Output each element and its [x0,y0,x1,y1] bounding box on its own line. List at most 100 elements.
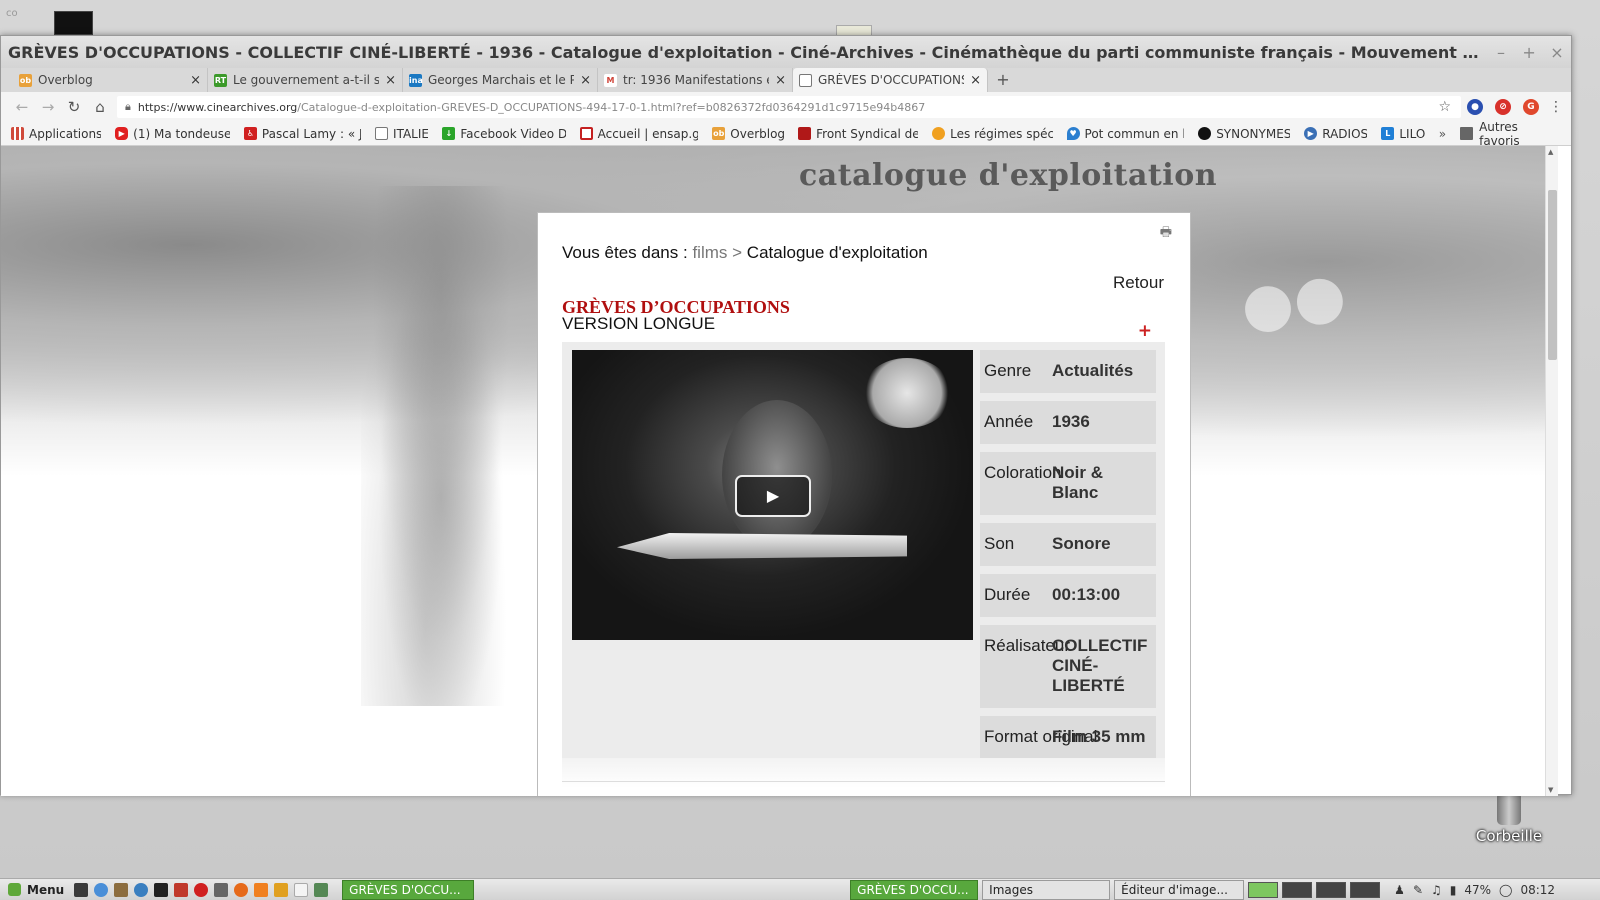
back-button[interactable]: ← [9,98,35,116]
spec-row-realisateur: Réalisateur COLLECTIF CINÉ-LIBERTÉ [980,625,1156,708]
bookmark-applications[interactable]: Applications [11,127,101,141]
back-link[interactable]: Retour [1113,273,1164,293]
film-subtitle: VERSION LONGUE [562,314,716,333]
firefox-icon[interactable] [234,882,249,897]
spec-value: Noir & Blanc [1052,463,1103,502]
workspace-4[interactable] [1350,881,1381,898]
minimize-button[interactable]: – [1487,43,1515,62]
breadcrumb-separator: > [732,243,743,262]
profile-icon[interactable]: G [1523,99,1539,115]
background-smudge [361,186,521,706]
chrome-icon[interactable] [94,882,109,897]
film-details-box: ▶ Genre Actualités Année 1936 Coloration No… [562,342,1165,762]
workspace-3[interactable] [1316,881,1347,898]
forward-button[interactable]: → [35,98,61,116]
youtube-icon: ▶ [115,127,129,140]
bookmark-lilo[interactable]: L LILO [1381,127,1425,141]
browser-menu-button[interactable]: ⋮ [1549,99,1563,115]
rt-icon: RT [214,73,227,87]
clock[interactable]: 08:12 [1520,883,1555,897]
bookmark-star-icon[interactable]: ☆ [1438,99,1451,115]
battery-icon[interactable]: ▮ [1450,883,1457,897]
text-editor-icon[interactable] [174,882,189,897]
tab-marchais[interactable]: ina Georges Marchais et le PS × [403,68,598,92]
address-bar[interactable]: 🔒︎ https://www.cinearchives.org/Catalogu… [117,96,1461,118]
video-player[interactable]: ▶ [572,350,973,640]
web-page: ●● catalogue d'exploitation 🖶 Vous êtes … [1,146,1558,796]
close-window-button[interactable]: × [1543,43,1571,62]
task-greves-1[interactable]: GRÈVES D'OCCU... [342,879,475,900]
home-button[interactable]: ⌂ [87,98,113,116]
new-tab-button[interactable]: + [988,68,1018,92]
apps-grid-icon [11,127,24,140]
desktop-screen-icon[interactable] [54,11,93,35]
bookmark-facebook-video[interactable]: ↓ Facebook Video D [442,127,566,141]
play-button[interactable]: ▶ [735,475,811,517]
workspace-2[interactable] [1282,881,1313,898]
chromium-icon[interactable] [134,882,149,897]
bookmark-label: SYNONYMES [1216,126,1291,141]
bookmark-ensap[interactable]: Accueil | ensap.g [579,127,698,141]
workspace-1[interactable] [1248,881,1279,898]
spec-key: Genre [984,361,1032,380]
tab-greves-active[interactable]: GRÈVES D'OCCUPATIONS- C × [793,68,988,92]
volume-icon[interactable]: ♫ [1431,883,1442,897]
extension-icon[interactable]: ● [1467,99,1483,115]
tab-gouvernement[interactable]: RT Le gouvernement a-t-il sup × [208,68,403,92]
other-bookmarks[interactable]: Autres favoris [1460,120,1561,148]
front-syndical-icon [798,127,812,140]
task-image-editor[interactable]: Éditeur d'image... [1114,879,1245,900]
bookmark-tondeuse[interactable]: ▶ (1) Ma tondeuse [115,127,230,141]
tab-close-icon[interactable]: × [775,73,786,88]
opera-icon[interactable] [194,882,209,897]
trash-shortcut[interactable]: Corbeille [1470,795,1548,845]
page-scrollbar[interactable]: ▲ ▼ [1545,146,1558,796]
bookmark-synonymes[interactable]: SYNONYMES [1198,127,1290,141]
user-icon[interactable]: ♟ [1394,883,1405,897]
bookmark-pascal-lamy[interactable]: ♿ Pascal Lamy : « J [243,127,361,141]
film-specs: Genre Actualités Année 1936 Coloration Noir… [980,342,1156,759]
block-icon[interactable]: ⊘ [1495,99,1511,115]
files-icon[interactable] [114,882,129,897]
tab-label: Georges Marchais et le PS [428,73,575,87]
breadcrumb-link-films[interactable]: films [692,243,727,262]
blank-doc-icon[interactable] [294,882,309,897]
task-greves-2[interactable]: GRÈVES D'OCCU... [850,879,979,900]
notes-icon[interactable] [274,882,289,897]
expand-plus-icon[interactable]: + [1138,321,1152,341]
bookmark-front-syndical[interactable]: Front Syndical de [798,127,918,141]
tab-close-icon[interactable]: × [385,73,396,88]
scroll-down-arrow-icon[interactable]: ▼ [1548,786,1553,794]
usb-icon[interactable] [214,882,229,897]
rss-icon[interactable] [254,882,269,897]
bookmark-pot-commun[interactable]: ♥ Pot commun en l [1066,127,1184,141]
bookmark-overblog[interactable]: ob Overblog [712,127,784,141]
pascal-icon: ♿ [243,127,257,140]
reload-button[interactable]: ↻ [61,98,87,116]
network-icon[interactable] [314,882,329,897]
bookmark-regimes[interactable]: Les régimes spéc [932,127,1053,141]
task-images[interactable]: Images [982,879,1111,900]
tab-close-icon[interactable]: × [190,73,201,88]
tab-overblog[interactable]: ob Overblog × [13,68,208,92]
tab-close-icon[interactable]: × [580,73,591,88]
print-icon[interactable]: 🖶 [1160,223,1172,245]
tab-gmail[interactable]: M tr: 1936 Manifestations et × [598,68,793,92]
bookmark-italie[interactable]: ITALIE [375,127,428,141]
terminal-icon[interactable] [154,882,169,897]
browser-window: GRÈVES D'OCCUPATIONS - COLLECTIF CINÉ-LI… [0,35,1572,796]
maximize-button[interactable]: + [1515,43,1543,62]
start-menu-button[interactable]: Menu [0,883,74,897]
battery-level: 47% [1464,882,1492,897]
tab-close-icon[interactable]: × [970,73,981,88]
desktop-icon[interactable] [74,882,89,897]
scroll-up-arrow-icon[interactable]: ▲ [1548,148,1553,156]
window-titlebar[interactable]: GRÈVES D'OCCUPATIONS - COLLECTIF CINÉ-LI… [1,36,1571,68]
bookmarks-more-chevron-icon[interactable]: » [1439,127,1446,141]
desktop-folder-icon[interactable] [836,25,872,35]
pen-icon[interactable]: ✎ [1413,883,1423,897]
scrollbar-thumb[interactable] [1548,190,1557,360]
bookmark-radios[interactable]: ▶ RADIOS [1304,127,1367,141]
spec-row-coloration: Coloration Noir & Blanc [980,452,1156,515]
shield-icon[interactable]: ◯ [1499,883,1512,897]
